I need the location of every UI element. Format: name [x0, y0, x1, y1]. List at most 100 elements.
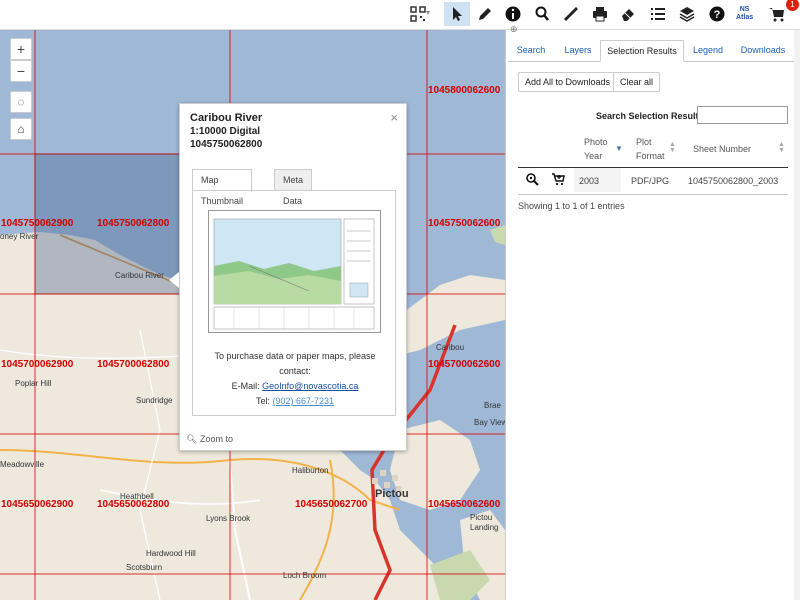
zoom-in-button[interactable]: +: [10, 38, 32, 60]
eraser-icon[interactable]: [615, 2, 641, 26]
place-label: Meadowville: [0, 460, 45, 469]
search-selection-input[interactable]: [697, 106, 788, 124]
place-label: Scotsburn: [126, 563, 163, 572]
popup-pointer: [169, 272, 179, 288]
scrollbar[interactable]: [794, 30, 800, 600]
magnifier-icon[interactable]: [529, 2, 555, 26]
sheet-number-cell: 1045750062800_2003: [688, 176, 779, 186]
grid-label[interactable]: 1045800062600: [428, 85, 500, 96]
email-label: E-Mail:: [231, 381, 260, 391]
zoom-to-label: Zoom to: [199, 434, 233, 444]
tel-label: Tel:: [255, 396, 270, 406]
sort-desc-icon[interactable]: ▼: [615, 144, 623, 153]
cart-count-badge: 1: [786, 0, 799, 11]
locate-button[interactable]: ◌: [10, 91, 32, 113]
ns-atlas-icon[interactable]: NS Atlas: [736, 6, 753, 22]
close-icon[interactable]: ×: [390, 110, 398, 125]
help-icon[interactable]: ?: [704, 2, 730, 26]
list-icon[interactable]: [645, 2, 671, 26]
place-label: Bay View: [474, 418, 505, 427]
place-label: oney River: [0, 232, 39, 241]
place-label: Brae: [484, 401, 501, 410]
grid-label[interactable]: 1045700062900: [1, 359, 73, 370]
tab-legend[interactable]: Legend: [684, 40, 732, 62]
add-to-cart-icon[interactable]: [551, 172, 565, 189]
info-icon[interactable]: [500, 2, 526, 26]
ruler-icon[interactable]: [558, 2, 584, 26]
sheet-popup: × Caribou River 1:10000 Digital 10457500…: [179, 103, 407, 451]
photo-year-cell: 2003: [579, 176, 600, 186]
print-icon[interactable]: [587, 2, 613, 26]
side-panel: ⊕ Search Layers Selection Results Legend…: [505, 24, 800, 600]
tab-meta-data[interactable]: Meta Data: [274, 169, 313, 206]
place-label: Heathbell: [120, 492, 154, 501]
place-label: Poplar Hill: [15, 379, 52, 388]
place-label: Pictou: [375, 488, 409, 500]
email-link[interactable]: GeoInfo@novascotia.ca: [262, 381, 358, 391]
grid-label[interactable]: 1045700062600: [428, 359, 500, 370]
place-label: Caribou River: [115, 271, 164, 280]
panel-tabs: Search Layers Selection Results Legend D…: [508, 40, 794, 62]
place-label: Sundridge: [136, 396, 173, 405]
popup-body: To purchase data or paper maps, please c…: [192, 190, 396, 416]
plot-format-cell: PDF/JPG: [631, 176, 670, 186]
place-label: Loch Broom: [283, 571, 327, 580]
sort-icon[interactable]: ▲ ▼: [669, 141, 676, 154]
col-plot-format-line1: Plot: [636, 137, 652, 147]
grid-label[interactable]: 1045700062800: [97, 359, 169, 370]
grid-label[interactable]: 1045750062600: [428, 218, 500, 229]
purchase-text: To purchase data or paper maps, please c…: [214, 351, 376, 376]
tel-line: Tel: (902) 667-7231: [193, 394, 397, 409]
panel-collapse-icon[interactable]: ⊕: [510, 24, 518, 35]
row-divider: [518, 194, 788, 195]
ns-atlas-line1: NS: [739, 6, 750, 13]
grid-label[interactable]: 1045750062900: [1, 218, 73, 229]
pointer-icon[interactable]: [444, 2, 470, 26]
home-button[interactable]: ⌂: [10, 118, 32, 140]
grid-label[interactable]: 1045650062600: [428, 499, 500, 510]
col-plot-format[interactable]: Plot Format: [636, 135, 665, 163]
place-label: Caribou: [436, 343, 465, 352]
col-sheet-number[interactable]: Sheet Number: [693, 142, 751, 156]
tel-link[interactable]: (902) 667-7231: [272, 396, 334, 406]
popup-sheet-number: 1045750062800: [190, 139, 263, 150]
search-selection-label: Search Selection Results:: [596, 111, 707, 121]
zoom-to-row-icon[interactable]: [525, 172, 539, 189]
header-divider: [518, 167, 788, 168]
place-label: Hardwood Hill: [146, 549, 196, 558]
clear-all-button[interactable]: Clear all: [613, 72, 661, 92]
sort-icon[interactable]: ▲ ▼: [778, 141, 785, 154]
place-label: Lyons Brook: [206, 514, 251, 523]
grid-label[interactable]: 1045750062800: [97, 218, 169, 229]
app: ▾ ? NS Atlas 1 1045800062600 10457500629…: [0, 0, 800, 600]
zoom-out-button[interactable]: −: [10, 60, 32, 82]
purchase-info: To purchase data or paper maps, please c…: [193, 349, 397, 409]
grid-label[interactable]: 1045650062700: [295, 499, 367, 510]
col-photo-year-line2: Year: [584, 151, 603, 161]
email-line: E-Mail: GeoInfo@novascotia.ca: [193, 379, 397, 394]
zoom-to-link[interactable]: 🔍︎ Zoom to: [186, 434, 233, 445]
ns-atlas-line2: Atlas: [736, 14, 754, 21]
tab-layers[interactable]: Layers: [556, 40, 600, 62]
place-label: Haliburton: [292, 466, 329, 475]
col-plot-format-line2: Format: [636, 151, 665, 161]
chevron-down-icon[interactable]: ▾: [426, 8, 430, 17]
pencil-icon[interactable]: [472, 2, 498, 26]
tab-downloads[interactable]: Downloads: [732, 40, 794, 62]
tab-search[interactable]: Search: [508, 40, 554, 62]
add-all-to-downloads-button[interactable]: Add All to Downloads: [518, 72, 618, 92]
col-photo-year[interactable]: Photo Year: [584, 135, 608, 163]
grid-label[interactable]: 1045650062900: [1, 499, 73, 510]
tab-selection-results[interactable]: Selection Results: [600, 40, 684, 62]
svg-text:?: ?: [714, 9, 721, 21]
place-label: Pictou Landing: [470, 513, 499, 532]
map-thumbnail-image[interactable]: [208, 210, 381, 333]
layers-icon[interactable]: [674, 2, 700, 26]
entries-info: Showing 1 to 1 of 1 entries: [518, 201, 625, 211]
popup-title: Caribou River: [190, 112, 263, 124]
popup-scale: 1:10000 Digital: [190, 126, 261, 137]
col-photo-year-line1: Photo: [584, 137, 608, 147]
tab-map-thumbnail[interactable]: Map Thumbnail: [192, 169, 253, 206]
zoom-icon: 🔍︎: [186, 434, 198, 444]
toolbar: ▾ ? NS Atlas 1: [0, 0, 800, 30]
